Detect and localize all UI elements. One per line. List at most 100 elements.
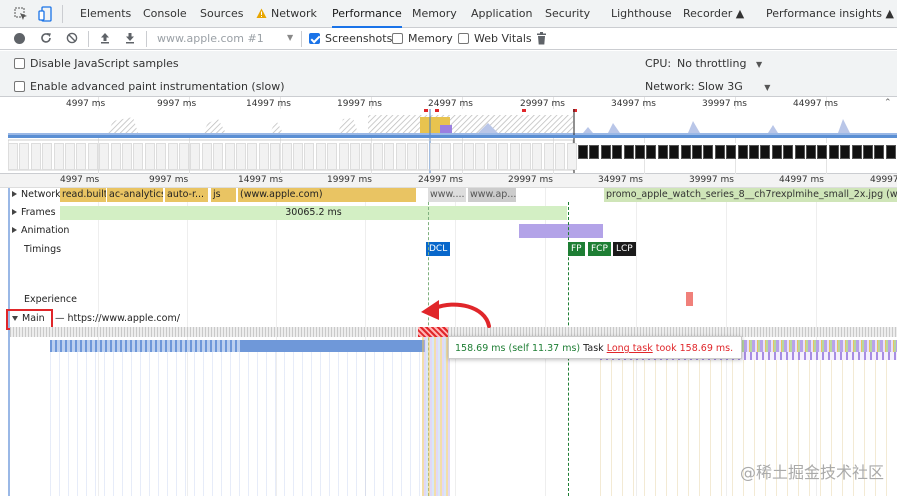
reload-record-icon[interactable] [40, 32, 52, 47]
track-animation[interactable]: Animation [12, 225, 69, 236]
layout-shift-marker[interactable] [686, 292, 693, 306]
chevron-down-icon[interactable]: ▼ [287, 33, 293, 42]
tab-security[interactable]: Security [545, 0, 590, 28]
screenshot-thumbnail[interactable] [87, 143, 98, 170]
screenshot-thumbnail[interactable] [578, 145, 588, 159]
screenshot-thumbnail[interactable] [863, 145, 873, 159]
track-network[interactable]: Network [12, 189, 61, 200]
tab-console[interactable]: Console [143, 0, 187, 28]
disable-js-samples-checkbox[interactable]: Disable JavaScript samples [14, 56, 179, 72]
screenshot-thumbnail[interactable] [338, 143, 349, 170]
screenshot-thumbnail[interactable] [372, 143, 383, 170]
screenshot-thumbnail[interactable] [806, 145, 816, 159]
screenshot-thumbnail[interactable] [612, 145, 623, 159]
screenshot-thumbnail[interactable] [874, 145, 885, 159]
device-toolbar-icon[interactable] [38, 6, 52, 22]
network-request[interactable]: www.ap... [468, 188, 516, 202]
screenshot-thumbnail[interactable] [760, 145, 771, 159]
upload-icon[interactable] [99, 32, 111, 47]
frame-bar[interactable]: 30065.2 ms [60, 206, 567, 220]
screenshot-thumbnail[interactable] [692, 145, 702, 159]
screenshot-thumbnail[interactable] [828, 145, 839, 159]
screenshot-thumbnail[interactable] [680, 145, 691, 159]
screenshot-thumbnail[interactable] [452, 143, 463, 170]
screenshot-filmstrip[interactable] [8, 141, 897, 172]
screenshot-thumbnail[interactable] [464, 143, 474, 170]
checkbox-unchecked[interactable] [458, 33, 469, 44]
tab-lighthouse[interactable]: Lighthouse [611, 0, 672, 28]
screenshot-thumbnail[interactable] [133, 143, 144, 170]
screenshot-thumbnail[interactable] [840, 145, 851, 159]
checkbox-unchecked[interactable] [14, 81, 25, 92]
screenshot-thumbnail[interactable] [327, 143, 338, 170]
screenshot-thumbnail[interactable] [76, 143, 87, 170]
fcp-marker[interactable]: FCP [588, 242, 611, 256]
screenshot-thumbnail[interactable] [771, 145, 782, 159]
screenshot-thumbnail[interactable] [429, 143, 440, 170]
screenshots-checkbox[interactable]: Screenshots [309, 30, 392, 48]
screenshot-thumbnail[interactable] [635, 145, 645, 159]
screenshot-thumbnail[interactable] [293, 143, 303, 170]
screenshot-thumbnail[interactable] [350, 143, 360, 170]
screenshot-thumbnail[interactable] [498, 143, 509, 170]
screenshot-thumbnail[interactable] [783, 145, 794, 159]
screenshot-thumbnail[interactable] [521, 143, 531, 170]
fp-marker[interactable]: FP [568, 242, 585, 256]
screenshot-thumbnail[interactable] [236, 143, 246, 170]
recording-select[interactable]: www.apple.com #1 [157, 30, 264, 48]
screenshot-thumbnail[interactable] [201, 143, 212, 170]
tab-network[interactable]: Network [271, 0, 317, 28]
long-task-link[interactable]: Long task [607, 343, 653, 354]
screenshot-thumbnail[interactable] [555, 143, 566, 170]
dcl-marker[interactable]: DCL [426, 242, 451, 256]
tab-elements[interactable]: Elements [80, 0, 131, 28]
track-main[interactable]: Main [12, 313, 45, 324]
screenshot-thumbnail[interactable] [794, 145, 805, 159]
screenshot-thumbnail[interactable] [543, 143, 554, 170]
screenshot-thumbnail[interactable] [361, 143, 372, 170]
web-vitals-checkbox[interactable]: Web Vitals [458, 30, 532, 48]
tab-application[interactable]: Application [471, 0, 532, 28]
track-frames[interactable]: Frames [12, 207, 56, 218]
advanced-paint-checkbox[interactable]: Enable advanced paint instrumentation (s… [14, 79, 285, 95]
network-request[interactable]: (www.apple.com) [238, 188, 416, 202]
screenshot-thumbnail[interactable] [714, 145, 725, 159]
screenshot-thumbnail[interactable] [885, 145, 896, 159]
screenshot-thumbnail[interactable] [475, 143, 486, 170]
screenshot-thumbnail[interactable] [258, 143, 269, 170]
clear-icon[interactable] [66, 32, 78, 47]
screenshot-thumbnail[interactable] [65, 143, 75, 170]
screenshot-thumbnail[interactable] [669, 145, 680, 159]
screenshot-thumbnail[interactable] [395, 143, 406, 170]
animation-bar[interactable] [519, 224, 603, 238]
screenshot-thumbnail[interactable] [566, 143, 577, 170]
checkbox-checked[interactable] [309, 33, 320, 44]
screenshot-thumbnail[interactable] [30, 143, 41, 170]
screenshot-thumbnail[interactable] [144, 143, 155, 170]
checkbox-unchecked[interactable] [14, 58, 25, 69]
timeline-overview[interactable]: 4997 ms 9997 ms 14997 ms 19997 ms 24997 … [0, 97, 897, 174]
tab-recorder[interactable]: Recorder ▲ [683, 0, 744, 28]
memory-checkbox[interactable]: Memory [392, 30, 453, 48]
screenshot-thumbnail[interactable] [167, 143, 178, 170]
screenshot-thumbnail[interactable] [486, 143, 497, 170]
tab-performance-insights[interactable]: Performance insights ▲ [766, 0, 894, 28]
screenshot-thumbnail[interactable] [600, 145, 611, 159]
record-icon[interactable] [14, 33, 25, 44]
screenshot-thumbnail[interactable] [179, 143, 189, 170]
cpu-throttling-select[interactable]: No throttling ▼ [677, 56, 762, 72]
screenshot-thumbnail[interactable] [509, 143, 520, 170]
tab-performance[interactable]: Performance [332, 0, 402, 28]
screenshot-thumbnail[interactable] [156, 143, 167, 170]
screenshot-thumbnail[interactable] [749, 145, 759, 159]
network-request[interactable]: www.... [428, 188, 466, 202]
screenshot-thumbnail[interactable] [657, 145, 668, 159]
trash-icon[interactable] [536, 32, 547, 48]
inspect-element-icon[interactable] [14, 7, 28, 21]
screenshot-thumbnail[interactable] [247, 143, 258, 170]
screenshot-thumbnail[interactable] [418, 143, 429, 170]
screenshot-thumbnail[interactable] [315, 143, 326, 170]
screenshot-thumbnail[interactable] [304, 143, 315, 170]
screenshot-thumbnail[interactable] [623, 145, 634, 159]
screenshot-thumbnail[interactable] [384, 143, 395, 170]
